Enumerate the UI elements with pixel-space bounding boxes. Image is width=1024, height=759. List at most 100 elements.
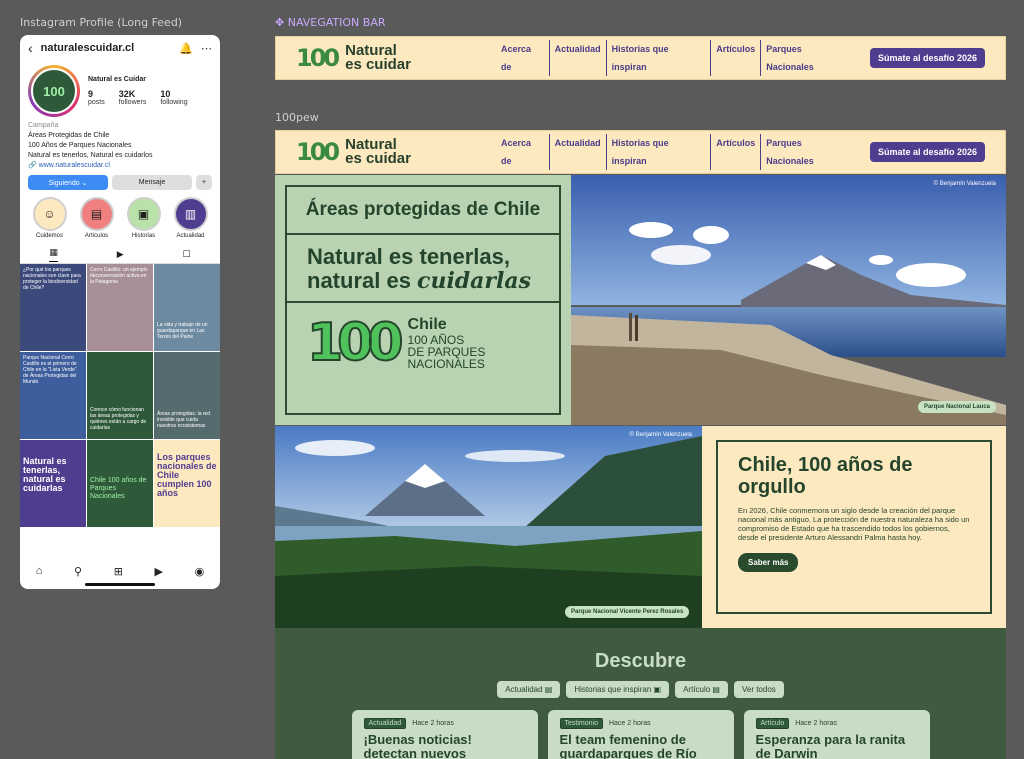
tagged-tab-icon[interactable]: ☐: [183, 249, 191, 260]
ig-tabs: ▦ ▶ ☐: [20, 246, 220, 264]
followers-count: 32K: [118, 89, 136, 99]
grid-tab-icon[interactable]: ▦: [49, 247, 58, 262]
avatar[interactable]: 100: [28, 65, 80, 117]
slogan-line-2: natural es: [307, 268, 418, 293]
highlight-actualidad[interactable]: ▥ Actualidad: [171, 197, 211, 239]
nav-link-parques[interactable]: Parques Nacionales: [760, 40, 856, 76]
descubre-cards: Actualidad Hace 2 horas ¡Buenas noticias!…: [275, 710, 1006, 759]
post-6[interactable]: Áreas protegidas: la red invisible que c…: [154, 352, 220, 439]
filter-ver-todos[interactable]: Ver todos: [733, 681, 784, 698]
orgullo-card: Chile, 100 años de orgullo En 2026, Chil…: [702, 426, 1006, 628]
nav-link-actualidad[interactable]: Actualidad: [548, 40, 606, 76]
post-caption: Áreas protegidas: la red invisible que c…: [157, 411, 211, 429]
nav-link-actualidad[interactable]: Actualidad: [548, 134, 606, 170]
nav-link-acerca[interactable]: Acerca de: [496, 134, 549, 170]
post-5[interactable]: Conoce cómo funcionan las áreas protegid…: [87, 352, 153, 439]
news-card[interactable]: Actualidad Hace 2 horas ¡Buenas noticias!…: [351, 710, 538, 759]
post-1[interactable]: ¿Por qué los parques nacionales son clav…: [20, 264, 86, 351]
bell-icon[interactable]: 🔔: [179, 42, 193, 55]
centenary-chile: Chile: [407, 316, 447, 333]
highlight-historias[interactable]: ▣ Historias: [124, 197, 164, 239]
bio-line-2: 100 Años de Parques Nacionales: [28, 142, 132, 149]
ig-bio: Campaña Áreas Protegidas de Chile 100 Añ…: [20, 121, 220, 171]
nav-link-acerca[interactable]: Acerca de: [496, 40, 549, 76]
logo[interactable]: 100 Natural es cuidar: [296, 137, 496, 166]
centenary-logo-icon: 100: [306, 312, 405, 374]
bio-link-text: www.naturalescuidar.cl: [38, 162, 110, 169]
perez-rosales-landscape-image: [275, 426, 702, 628]
cta-button[interactable]: Súmate al desafío 2026: [869, 142, 985, 162]
nav-link-articulos[interactable]: Artículos: [710, 40, 760, 76]
card-meta: Testimonio Hace 2 horas: [559, 718, 722, 729]
centenary-sub-3: NACIONALES: [407, 357, 485, 371]
add-person-icon[interactable]: +: [196, 175, 212, 190]
highlight-articulos[interactable]: ▤ Artículos: [77, 197, 117, 239]
reels-tab-icon[interactable]: ▶: [117, 249, 124, 260]
home-icon[interactable]: ⌂: [36, 565, 43, 577]
ig-username: naturalescuidar.cl: [40, 42, 135, 54]
navbar-component: 100 Natural es cuidar Acerca de Actualida…: [275, 36, 1006, 80]
logo[interactable]: 100 Natural es cuidar: [296, 43, 496, 73]
hero-badge: 100 Chile 100 AÑOS DE PARQUES NACIONALES: [287, 303, 559, 383]
highlight-icon: ▤: [79, 197, 114, 231]
page-navbar: 100 Natural es cuidar Acerca de Actualida…: [275, 130, 1006, 174]
post-7[interactable]: Natural es tenerlas, natural es cuidarla…: [20, 440, 86, 527]
nav-link-historias[interactable]: Historias que inspiran: [605, 40, 711, 76]
filter-historias[interactable]: Historias que inspiran ▣: [566, 681, 670, 698]
frame-label-navbar: ✥ NAVEGATION BAR: [275, 16, 386, 29]
reels-icon[interactable]: ▶: [155, 565, 163, 578]
nav-link-parques[interactable]: Parques Nacionales: [760, 134, 856, 170]
post-4[interactable]: Parque Nacional Cerro Castillo es el pri…: [20, 352, 86, 439]
following-label: following: [160, 99, 188, 106]
followers-label: followers: [118, 99, 147, 106]
centenary-text: Chile 100 AÑOS DE PARQUES NACIONALES: [408, 316, 486, 370]
ig-category: Campaña: [28, 122, 59, 129]
create-icon[interactable]: ⊞: [114, 565, 123, 578]
highlight-icon: ☺: [32, 197, 67, 231]
card-title: Esperanza para la ranita de Darwin: [755, 732, 906, 759]
landing-page: Áreas protegidas de Chile Natural es ten…: [275, 175, 1006, 759]
cta-button[interactable]: Súmate al desafío 2026: [869, 48, 985, 68]
photo-tag-perez-rosales: Parque Nacional Vicente Perez Rosales: [565, 606, 690, 618]
profile-icon[interactable]: ◉: [195, 565, 205, 578]
news-card[interactable]: Artículo Hace 2 horas Esperanza para la r…: [743, 710, 930, 759]
post-caption: Parque Nacional Cerro Castillo es el pri…: [23, 355, 77, 385]
saber-mas-button[interactable]: Saber más: [738, 553, 799, 572]
post-3[interactable]: La vida y trabajo de un guardaparque en …: [154, 264, 220, 351]
logo-text: Natural es cuidar: [345, 43, 411, 73]
post-8[interactable]: Chile 100 años de Parques Nacionales: [87, 440, 153, 527]
post-9[interactable]: Los parques nacionales de Chile cumplen …: [154, 440, 220, 527]
ig-display-name: Natural es Cuidar: [88, 76, 146, 83]
highlight-cuidemos[interactable]: ☺ Cuidemos: [30, 197, 70, 239]
bio-link[interactable]: 🔗 www.naturalescuidar.cl: [28, 161, 212, 171]
card-meta: Artículo Hace 2 horas: [755, 718, 918, 729]
hero-frame: Áreas protegidas de Chile Natural es ten…: [285, 185, 561, 415]
post-2[interactable]: Cerro Castillo: un ejemplo deconservació…: [87, 264, 153, 351]
post-caption: Natural es tenerlas, natural es cuidarla…: [23, 456, 67, 493]
following-button[interactable]: Siguiendo ⌄: [28, 175, 108, 190]
stat-followers[interactable]: 32K followers: [119, 89, 147, 106]
back-arrow-icon[interactable]: ‹: [28, 40, 33, 56]
logo-line-2: es cuidar: [345, 56, 411, 73]
following-count: 10: [160, 89, 171, 99]
instagram-profile-frame: ‹ naturalescuidar.cl 🔔 ⋯ 100 Natural es …: [20, 35, 220, 589]
stat-following[interactable]: 10 following: [160, 89, 187, 106]
card-time: Hace 2 horas: [795, 720, 837, 727]
orgullo-title: Chile, 100 años de orgullo: [738, 454, 913, 498]
descubre-filters: Actualidad ▤ Historias que inspiran ▣ Ar…: [275, 681, 1006, 698]
lauca-landscape-image: [571, 175, 1006, 425]
ig-action-buttons: Siguiendo ⌄ Mensaje +: [20, 171, 220, 194]
nav-link-articulos[interactable]: Artículos: [710, 134, 760, 170]
slogan-line-1: Natural es tenerlas,: [307, 244, 510, 269]
filter-articulo[interactable]: Artículo ▤: [675, 681, 728, 698]
photo-credit: © Benjamín Valenzuela: [629, 432, 692, 438]
search-icon[interactable]: ⚲: [74, 565, 82, 578]
more-icon[interactable]: ⋯: [201, 42, 212, 55]
filter-actualidad[interactable]: Actualidad ▤: [497, 681, 561, 698]
news-card[interactable]: Testimonio Hace 2 horas El team femenino …: [547, 710, 734, 759]
highlights: ☺ Cuidemos ▤ Artículos ▣ Historias ▥ Actuali…: [20, 194, 220, 242]
photo-perez-rosales: © Benjamín Valenzuela Parque Nacional Vi…: [275, 426, 702, 628]
nav-link-historias[interactable]: Historias que inspiran: [605, 134, 711, 170]
message-button[interactable]: Mensaje: [112, 175, 192, 190]
stat-posts[interactable]: 9 posts: [88, 89, 105, 106]
